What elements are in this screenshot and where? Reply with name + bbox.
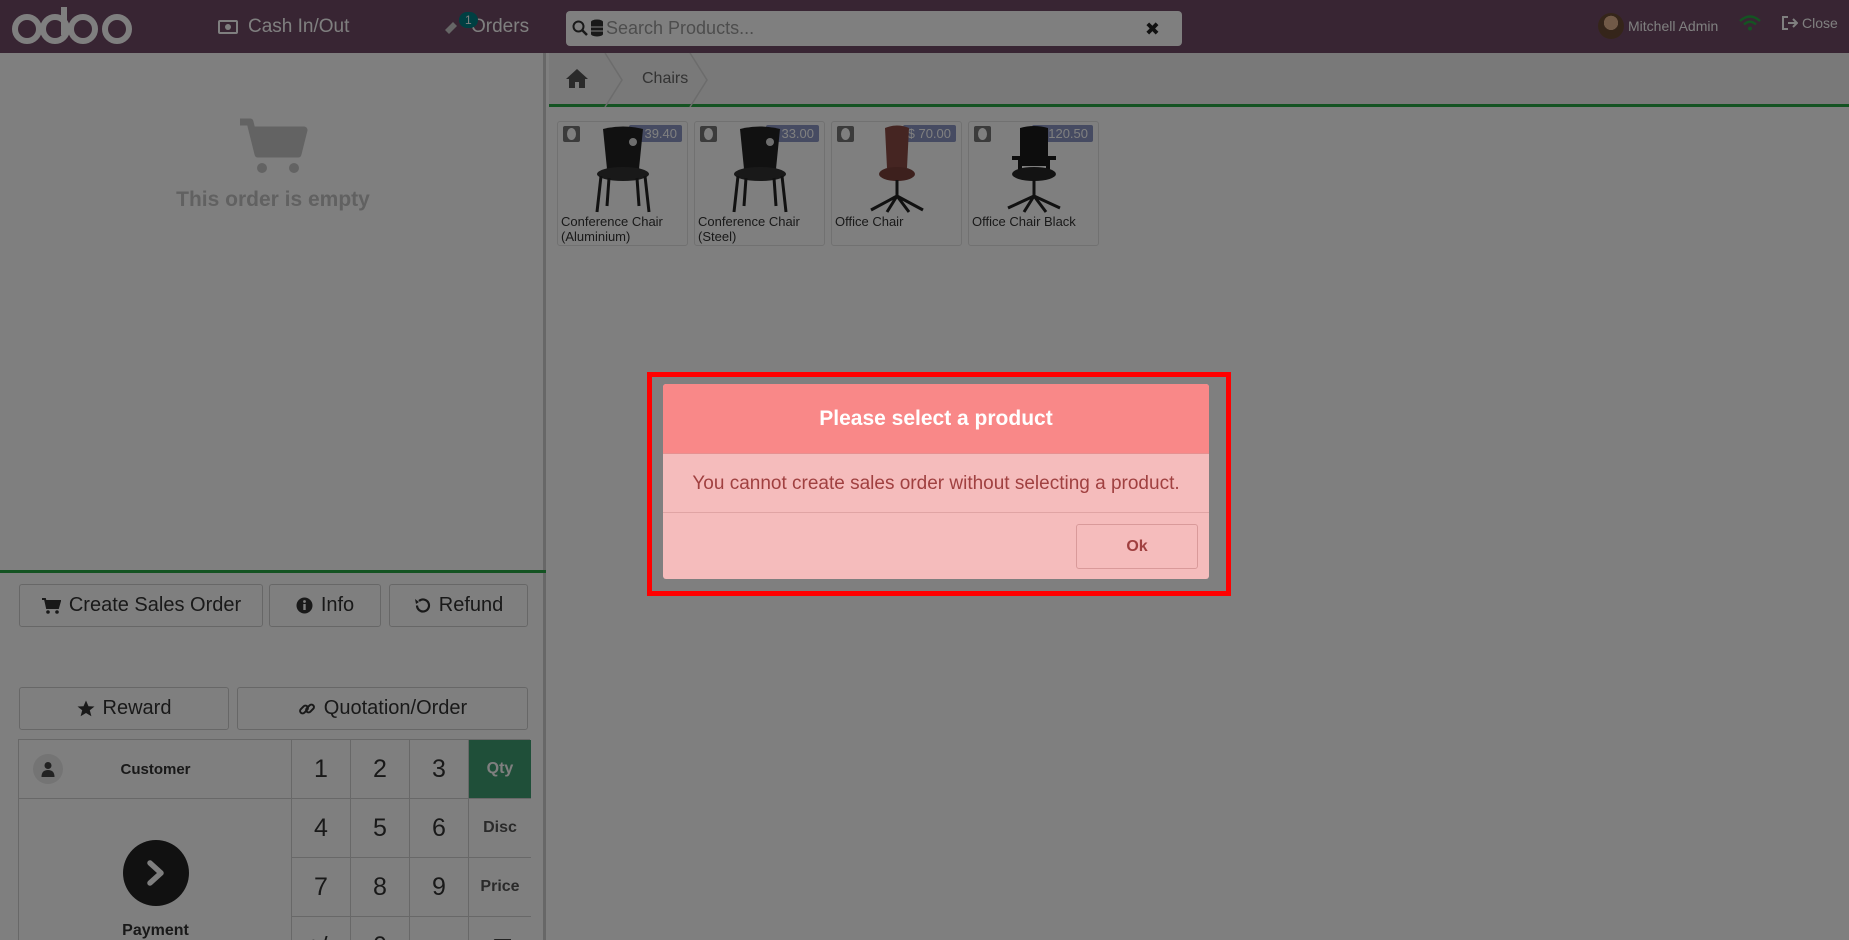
ok-button[interactable]: Ok <box>1076 524 1198 569</box>
dialog-message: You cannot create sales order without se… <box>663 455 1209 513</box>
error-dialog: Please select a product You cannot creat… <box>663 384 1209 579</box>
dialog-title: Please select a product <box>663 384 1209 454</box>
